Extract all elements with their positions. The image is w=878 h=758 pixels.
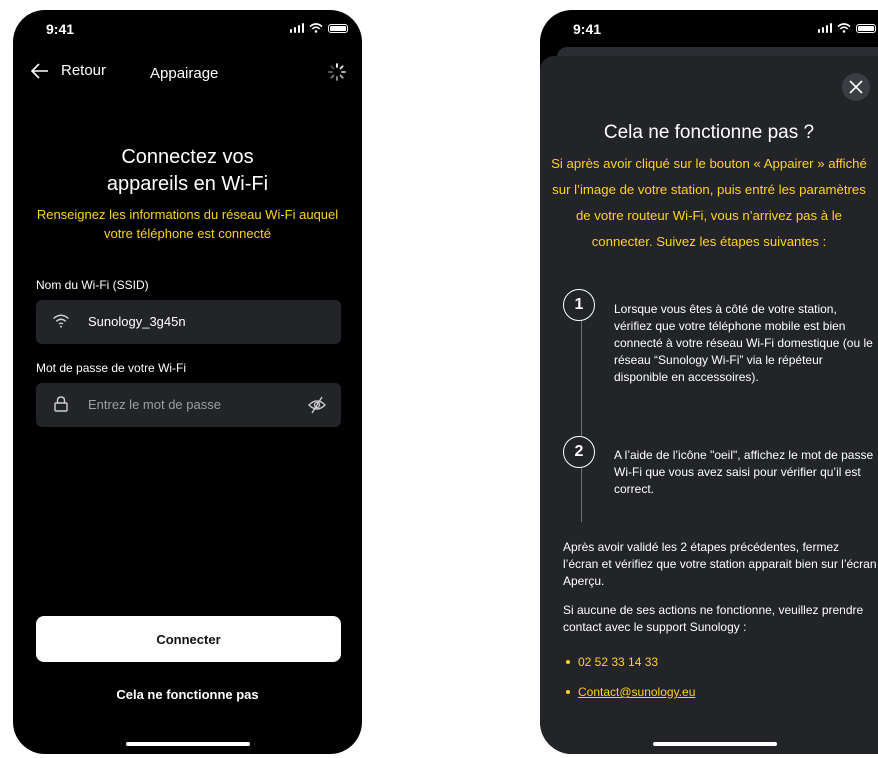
status-time: 9:41 [573,21,602,37]
page-subtitle: Renseignez les informations du réseau Wi… [36,207,339,241]
help-title: Cela ne fonctionne pas ? [603,122,815,143]
home-indicator [125,742,250,746]
battery-icon [856,23,876,33]
lock-icon [54,396,68,412]
steps-timeline [581,310,582,522]
step-text: Lorsque vous êtes à côté de votre statio… [614,302,873,384]
pairing-screen: 9:41 Retour Appairage Connectez vos appa… [13,10,362,754]
page-title: Connectez vos appareils en Wi-Fi [106,146,269,195]
battery-icon [328,23,348,33]
password-placeholder: Entrez le mot de passe [88,397,221,412]
step-number: 2 [563,436,595,468]
status-bar: 9:41 [13,10,362,46]
help-screen: 9:41 Cela ne fonctionne pas ? Si après a… [540,10,878,754]
step-number: 1 [563,289,595,321]
support-phone[interactable]: 02 52 33 14 33 [578,655,658,669]
step-text: A l’aide de l’icône "oeil", affichez le … [614,448,874,496]
ssid-value: Sunology_3g45n [88,314,186,329]
close-icon [849,80,863,94]
list-item: Contact@sunology.eu [566,685,695,699]
password-label: Mot de passe de votre Wi-Fi [36,361,187,375]
wifi-icon [53,314,69,328]
back-label: Retour [61,62,107,79]
back-button[interactable]: Retour [31,62,106,79]
nav-title: Appairage [150,65,219,82]
ssid-field[interactable]: Sunology_3g45n [36,300,341,344]
connect-button[interactable]: Connecter [36,616,341,662]
close-button[interactable] [842,73,870,101]
support-email-link[interactable]: Contact@sunology.eu [578,685,695,699]
arrow-left-icon [31,62,48,79]
status-time: 9:41 [46,21,75,37]
nav-bar: Retour Appairage [13,62,362,92]
help-intro: Si après avoir cliqué sur le bouton « Ap… [551,156,867,249]
help-link[interactable]: Cela ne fonctionne pas [13,687,362,702]
ssid-label: Nom du Wi-Fi (SSID) [36,278,149,292]
signal-icon [289,23,304,33]
after-steps-text: Après avoir validé les 2 étapes précéden… [563,540,877,588]
status-bar: 9:41 [540,10,878,46]
password-field[interactable]: Entrez le mot de passe [36,383,341,427]
list-item: 02 52 33 14 33 [566,655,658,669]
support-text: Si aucune de ses actions ne fonctionne, … [563,603,864,634]
loading-spinner-icon [328,63,346,81]
eye-off-icon[interactable] [307,395,327,415]
signal-icon [817,23,832,33]
wifi-status-icon [309,23,323,33]
home-indicator [653,742,777,746]
wifi-status-icon [837,23,851,33]
